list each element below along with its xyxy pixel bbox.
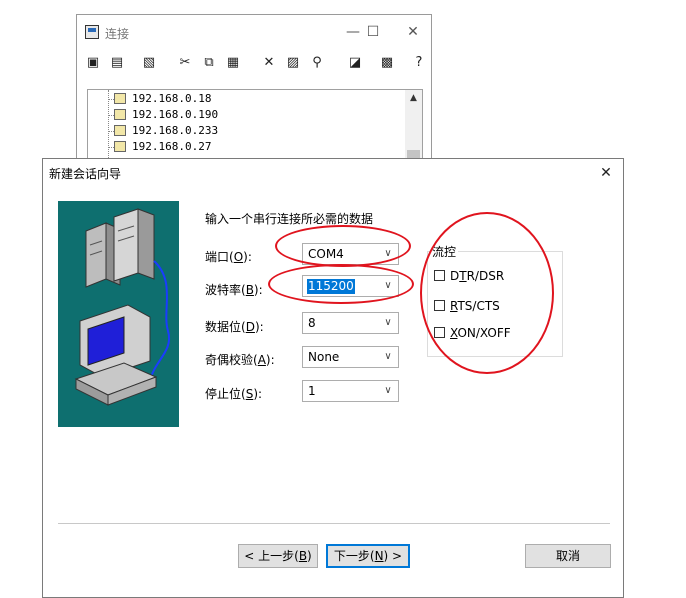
connect-titlebar[interactable]: 连接 — ☐ ✕ (77, 15, 431, 49)
find-icon[interactable]: ⚲ (307, 53, 327, 73)
properties-icon[interactable]: ▧ (139, 53, 159, 73)
stop-bits-label: 停止位(S): (205, 387, 263, 401)
host-icon (114, 141, 126, 152)
port-label: 端口(O): (205, 250, 252, 264)
next-button[interactable]: 下一步(N) > (326, 544, 410, 568)
chevron-down-icon[interactable]: ∨ (382, 383, 394, 399)
app-icon (85, 25, 99, 39)
paste-icon[interactable]: ▦ (223, 53, 243, 73)
data-bits-label: 数据位(D): (205, 320, 264, 334)
baud-annotation (268, 264, 414, 304)
options-icon[interactable]: ▩ (377, 53, 397, 73)
cancel-button[interactable]: 取消 (525, 544, 611, 568)
dialog-title: 新建会话向导 (49, 167, 122, 181)
connect-window: 连接 — ☐ ✕ ▣ ▤ ▧ ✂ ⧉ ▦ ✕ ▨ ⚲ ◪ ▩ ? 192.168… (76, 14, 432, 175)
flow-control-annotation (420, 212, 554, 374)
new-folder-icon[interactable]: ▤ (107, 53, 127, 73)
tree-item[interactable]: 192.168.0.18 (114, 91, 211, 107)
back-button[interactable]: < 上一步(B) (238, 544, 318, 568)
computer-icon (74, 304, 158, 406)
new-session-wizard: 新建会话向导 ✕ 输入一个串行连接所必需的数据 端口(O): COM4 ∨ 波特… (42, 158, 624, 598)
chevron-down-icon[interactable]: ∨ (382, 315, 394, 331)
tree-item[interactable]: 192.168.0.190 (114, 107, 218, 123)
copy-icon[interactable]: ⧉ (199, 53, 219, 73)
close-button[interactable]: ✕ (399, 21, 427, 43)
server-icon (85, 208, 155, 288)
edit-icon[interactable]: ▨ (283, 53, 303, 73)
maximize-button[interactable]: ☐ (359, 21, 387, 43)
baud-rate-label: 波特率(B): (205, 283, 263, 297)
serial-illustration (58, 201, 179, 427)
connect-title: 连接 (105, 27, 130, 41)
new-connection-icon[interactable]: ▣ (83, 53, 103, 73)
tree-item[interactable]: 192.168.0.233 (114, 123, 218, 139)
data-bits-select[interactable]: 8 ∨ (302, 312, 399, 334)
footer-divider (58, 523, 610, 524)
help-icon[interactable]: ? (409, 53, 429, 73)
cut-icon[interactable]: ✂ (175, 53, 195, 73)
host-icon (114, 93, 126, 104)
tree-item[interactable]: 192.168.0.27 (114, 139, 211, 155)
shortcut-icon[interactable]: ◪ (345, 53, 365, 73)
parity-select[interactable]: None ∨ (302, 346, 399, 368)
connect-toolbar: ▣ ▤ ▧ ✂ ⧉ ▦ ✕ ▨ ⚲ ◪ ▩ ? (77, 51, 431, 75)
scroll-up-icon[interactable]: ▲ (405, 90, 422, 107)
parity-label: 奇偶校验(A): (205, 353, 275, 367)
host-icon (114, 109, 126, 120)
delete-icon[interactable]: ✕ (259, 53, 279, 73)
stop-bits-select[interactable]: 1 ∨ (302, 380, 399, 402)
host-icon (114, 125, 126, 136)
port-annotation (275, 225, 411, 267)
chevron-down-icon[interactable]: ∨ (382, 349, 394, 365)
dialog-close-button[interactable]: ✕ (591, 159, 621, 187)
